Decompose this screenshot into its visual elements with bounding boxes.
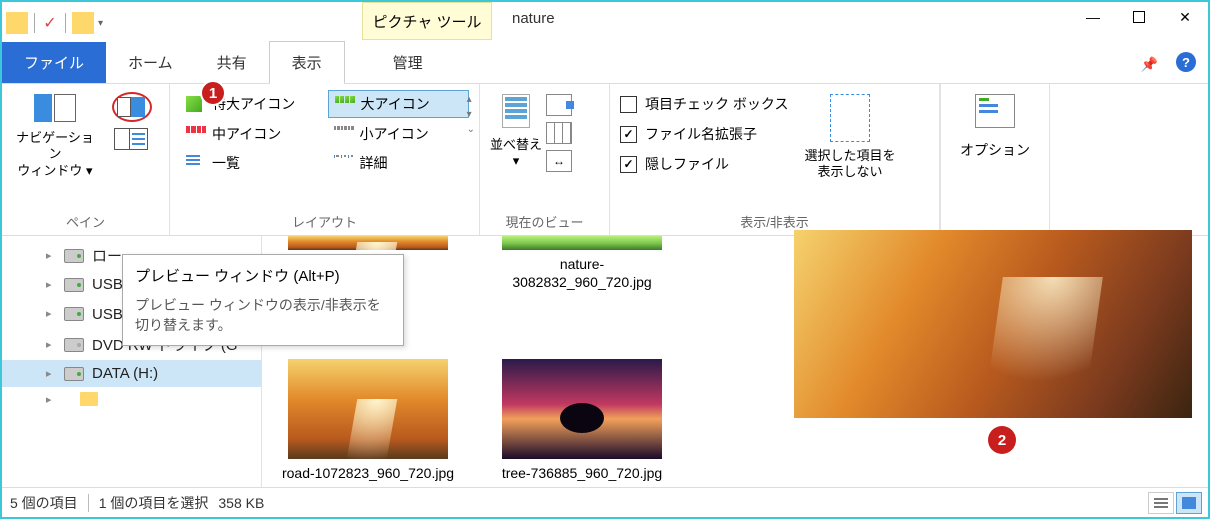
tooltip-preview-window: プレビュー ウィンドウ (Alt+P) プレビュー ウィンドウの表示/非表示を切… <box>122 254 404 346</box>
context-tab-picture-tools: ピクチャ ツール <box>362 2 492 40</box>
sort-by-button[interactable]: 並べ替え ▾ <box>490 94 542 169</box>
preview-image <box>794 230 1192 418</box>
hidden-files-toggle[interactable]: ✓ 隠しファイル <box>620 154 788 174</box>
ribbon-group-label: 表示/非表示 <box>610 212 939 231</box>
tooltip-description: プレビュー ウィンドウの表示/非表示を切り替えます。 <box>135 296 391 335</box>
hide-label: 選択した項目を 表示しない <box>804 148 895 181</box>
size-columns-button[interactable] <box>546 122 572 144</box>
file-thumbnail <box>502 236 662 250</box>
layout-label: 一覧 <box>212 153 240 173</box>
tree-item-folder[interactable]: ▸ <box>2 387 261 411</box>
qat-properties-icon[interactable]: ✓ <box>41 14 59 32</box>
preview-pane: 2 <box>788 236 1208 488</box>
window-title: nature <box>512 10 555 27</box>
ribbon-group-options: オプション <box>940 84 1050 235</box>
drive-icon <box>64 367 84 381</box>
checkbox-icon: ✓ <box>620 156 637 173</box>
checkbox-icon: ✓ <box>620 126 637 143</box>
layout-details[interactable]: 詳細 <box>328 150 470 176</box>
tab-file[interactable]: ファイル <box>2 42 106 83</box>
help-icon[interactable]: ? <box>1176 52 1196 72</box>
tooltip-title: プレビュー ウィンドウ (Alt+P) <box>135 265 391 286</box>
layout-gallery-scrollbar[interactable]: ▴▾⌄ <box>467 94 475 135</box>
file-item[interactable]: tree-736885_960_720.jpg <box>492 359 672 483</box>
layout-label: 中アイコン <box>212 124 281 144</box>
annotation-badge-2: 2 <box>988 426 1016 454</box>
pin-ribbon-icon[interactable]: 📌 <box>1141 56 1158 73</box>
checkbox-label: 隠しファイル <box>645 154 729 174</box>
ribbon-group-layout: 特大アイコン 大アイコン 中アイコン 小アイコン 一覧 詳細 ▴▾⌄ レイアウト <box>170 84 480 235</box>
file-name: road-1072823_960_720.jpg <box>282 465 454 483</box>
item-checkboxes-toggle[interactable]: 項目チェック ボックス <box>620 94 788 114</box>
layout-small-icons[interactable]: 小アイコン <box>328 121 470 147</box>
status-selection-size: 358 KB <box>218 495 264 511</box>
file-item[interactable]: nature-3082832_960_720.jpg <box>492 236 672 291</box>
drive-icon <box>64 307 84 321</box>
status-item-count: 5 個の項目 <box>10 493 78 513</box>
minimize-button[interactable]: — <box>1070 2 1116 32</box>
file-extensions-toggle[interactable]: ✓ ファイル名拡張子 <box>620 124 788 144</box>
close-button[interactable]: ✕ <box>1162 2 1208 32</box>
sort-icon <box>502 94 530 128</box>
options-label: オプション <box>960 140 1030 160</box>
navigation-pane-label: ナビゲーション ウィンドウ ▾ <box>12 130 98 179</box>
checkbox-icon <box>620 96 637 113</box>
layout-label: 大アイコン <box>361 94 430 114</box>
maximize-button[interactable] <box>1116 2 1162 32</box>
tree-label: USB <box>92 276 123 293</box>
tree-item-data-h[interactable]: ▸DATA (H:) <box>2 360 261 387</box>
status-view-details[interactable] <box>1148 492 1174 514</box>
tab-share[interactable]: 共有 <box>195 42 269 83</box>
options-button[interactable]: オプション <box>951 90 1039 160</box>
tree-label: DATA (H:) <box>92 365 158 382</box>
layout-label: 詳細 <box>360 153 388 173</box>
details-pane-button[interactable] <box>114 128 150 150</box>
separator <box>34 13 35 33</box>
navigation-pane-icon <box>34 94 76 122</box>
file-item[interactable]: road-1072823_960_720.jpg <box>278 359 458 483</box>
file-thumbnail <box>502 359 662 459</box>
tree-label: ロー <box>92 245 122 266</box>
hide-selected-button[interactable]: 選択した項目を 表示しない <box>804 94 895 181</box>
drive-icon <box>64 249 84 263</box>
ribbon-group-label: レイアウト <box>170 212 479 231</box>
status-selection-count: 1 個の項目を選択 <box>99 493 209 513</box>
add-columns-button[interactable] <box>546 94 572 116</box>
fit-columns-button[interactable]: ↔ <box>546 150 572 172</box>
ribbon-group-label: ペイン <box>2 212 169 231</box>
dvd-drive-icon <box>64 338 84 352</box>
status-bar: 5 個の項目 1 個の項目を選択 358 KB <box>2 487 1208 517</box>
folder-icon <box>80 392 98 406</box>
ribbon-group-show-hide: 項目チェック ボックス ✓ ファイル名拡張子 ✓ 隠しファイル 選択した項目を 表示… <box>610 84 940 235</box>
separator <box>65 13 66 33</box>
annotation-badge-1: 1 <box>200 80 226 106</box>
tab-manage[interactable]: 管理 <box>371 42 445 83</box>
navigation-pane-button[interactable]: ナビゲーション ウィンドウ ▾ <box>12 90 98 179</box>
separator <box>88 494 89 512</box>
file-thumbnail <box>288 236 448 250</box>
ribbon-group-pane: ナビゲーション ウィンドウ ▾ 1 ペイン <box>2 84 170 235</box>
sort-label: 並べ替え ▾ <box>490 134 542 169</box>
layout-label: 小アイコン <box>360 124 429 144</box>
qat-new-folder-icon[interactable] <box>72 12 94 34</box>
layout-list[interactable]: 一覧 <box>180 150 322 176</box>
file-name: tree-736885_960_720.jpg <box>502 465 662 483</box>
status-view-thumbnails[interactable] <box>1176 492 1202 514</box>
file-name: nature-3082832_960_720.jpg <box>492 256 672 291</box>
drive-icon <box>64 278 84 292</box>
preview-pane-button[interactable] <box>112 92 152 122</box>
qat-folder-icon <box>6 12 28 34</box>
ribbon-group-current-view: 並べ替え ▾ ↔ 現在のビュー <box>480 84 610 235</box>
qat-customize-dropdown[interactable]: ▾ <box>98 18 103 29</box>
file-thumbnail <box>288 359 448 459</box>
layout-large-icons[interactable]: 大アイコン <box>328 90 470 118</box>
ribbon-group-label: 現在のビュー <box>480 212 609 231</box>
tab-home[interactable]: ホーム <box>106 42 195 83</box>
tab-view[interactable]: 表示 <box>269 41 345 84</box>
hide-icon <box>830 94 870 142</box>
options-icon <box>975 94 1015 128</box>
checkbox-label: 項目チェック ボックス <box>645 94 788 114</box>
layout-medium-icons[interactable]: 中アイコン <box>180 121 322 147</box>
checkbox-label: ファイル名拡張子 <box>645 124 757 144</box>
